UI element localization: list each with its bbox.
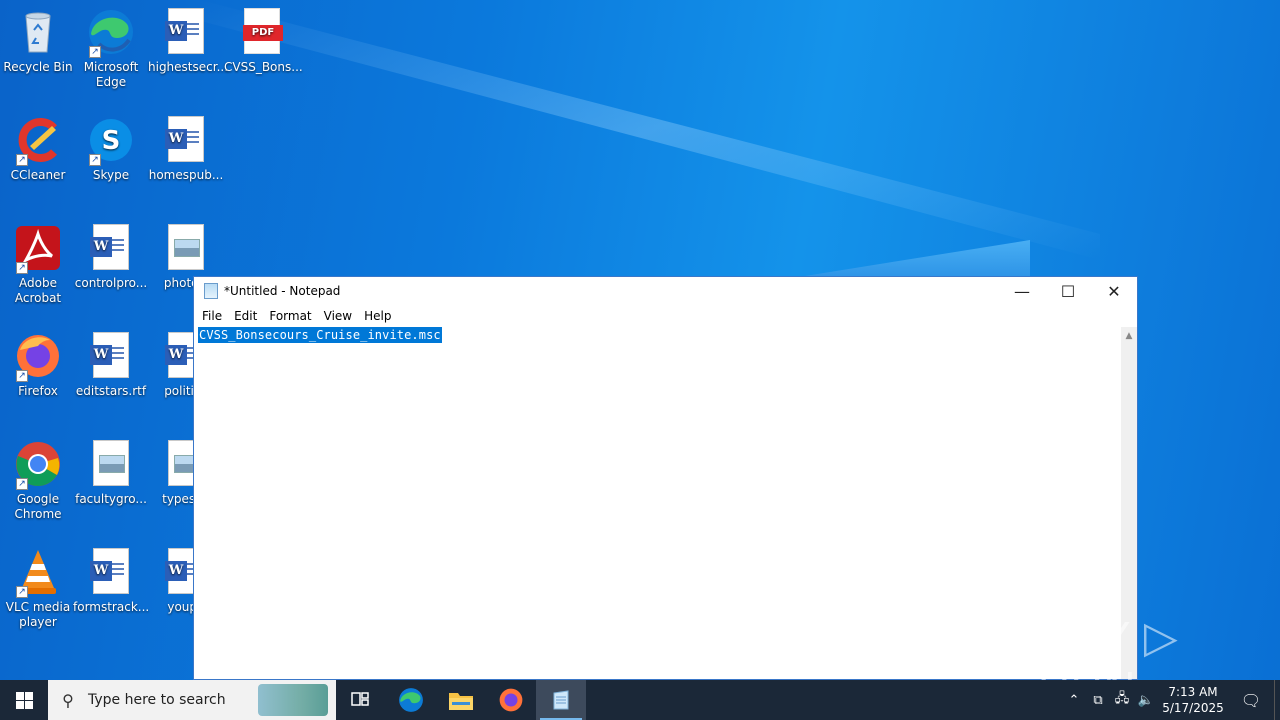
desktop-icon-label: homespub... (148, 168, 224, 182)
chevron-up-icon[interactable]: ⌃ (1062, 693, 1086, 708)
taskbar-clock[interactable]: 7:13 AM 5/17/2025 (1158, 684, 1228, 716)
menu-format[interactable]: Format (263, 309, 317, 323)
acrobat-icon: ↗ (14, 224, 62, 274)
desktop-icon-ccleaner[interactable]: ↗ CCleaner (0, 116, 76, 183)
search-icon: ⚲ (62, 690, 74, 710)
window-title: *Untitled - Notepad (224, 284, 341, 298)
show-desktop-button[interactable] (1274, 680, 1280, 720)
firefox-icon: ↗ (14, 332, 62, 382)
taskbar-search-box[interactable]: ⚲ Type here to search (48, 680, 336, 720)
desktop-icon-skype[interactable]: S ↗ Skype (73, 116, 149, 183)
close-button[interactable]: ✕ (1091, 277, 1137, 305)
word-doc-icon: W (87, 224, 135, 272)
skype-icon: S ↗ (87, 116, 135, 166)
taskbar-firefox-button[interactable] (486, 680, 536, 720)
desktop-icon-label: facultygro... (75, 492, 147, 506)
desktop-icon-label: formstrack... (73, 600, 150, 614)
task-view-button[interactable] (336, 680, 386, 720)
desktop-icon-label: controlpro... (74, 276, 148, 290)
maximize-button[interactable]: ☐ (1045, 277, 1091, 305)
desktop-icon-label: Firefox (18, 384, 58, 398)
menu-bar: File Edit Format View Help (194, 305, 1137, 327)
notepad-title-bar[interactable]: *Untitled - Notepad — ☐ ✕ (194, 277, 1137, 305)
taskbar-notepad-button[interactable] (536, 680, 586, 720)
desktop-icon-highestsecr[interactable]: W highestsecr... (148, 8, 229, 75)
menu-edit[interactable]: Edit (228, 309, 263, 323)
desktop-icon-label: Microsoft Edge (83, 60, 139, 89)
image-file-icon (162, 224, 210, 272)
desktop-icon-label: Google Chrome (14, 492, 62, 521)
ccleaner-icon: ↗ (14, 116, 62, 166)
desktop-icon-label: highestsecr... (148, 60, 229, 74)
desktop-icon-vlc[interactable]: ↗ VLC media player (0, 548, 76, 630)
menu-file[interactable]: File (196, 309, 228, 323)
desktop-icon-label: Adobe Acrobat (14, 276, 62, 305)
text-editor[interactable]: CVSS_Bonsecours_Cruise_invite.msc (194, 327, 1121, 679)
desktop-icon-formstrack[interactable]: W formstrack... (73, 548, 149, 615)
meet-now-icon[interactable]: ⧉ (1086, 693, 1110, 708)
network-icon[interactable]: 🖧 (1110, 689, 1134, 711)
edge-icon: ↗ (87, 8, 135, 58)
taskbar-edge-button[interactable] (386, 680, 436, 720)
desktop-icon-label: VLC media player (5, 600, 71, 629)
recycle-bin-icon (14, 8, 62, 56)
selected-text[interactable]: CVSS_Bonsecours_Cruise_invite.msc (198, 327, 442, 343)
menu-view[interactable]: View (318, 309, 358, 323)
menu-help[interactable]: Help (358, 309, 397, 323)
clock-time: 7:13 AM (1168, 685, 1218, 699)
wallpaper-logo (780, 240, 1030, 280)
firefox-icon (499, 688, 523, 712)
system-tray: ⌃ ⧉ 🖧 🔈 7:13 AM 5/17/2025 🗨 (1062, 680, 1280, 720)
windows-logo-icon (15, 691, 33, 709)
desktop-icon-label: Skype (92, 168, 130, 182)
desktop-icon-cvss-pdf[interactable]: PDF CVSS_Bons... (224, 8, 303, 75)
notification-icon[interactable]: 🗨 (1228, 691, 1274, 710)
edge-icon (399, 688, 423, 712)
word-doc-icon: W (162, 8, 210, 56)
chrome-icon: ↗ (14, 440, 62, 490)
desktop-icon-controlpro[interactable]: W controlpro... (73, 224, 149, 291)
wallpaper-beam (200, 0, 1100, 260)
word-doc-icon: W (87, 332, 135, 380)
desktop-icon-google-chrome[interactable]: ↗ Google Chrome (0, 440, 76, 522)
desktop-icon-label: Recycle Bin (3, 60, 73, 74)
search-placeholder: Type here to search (88, 692, 226, 708)
word-doc-icon: W (162, 116, 210, 164)
scroll-up-icon[interactable]: ▲ (1121, 331, 1137, 341)
file-explorer-icon (449, 693, 473, 710)
volume-icon[interactable]: 🔈 (1134, 693, 1158, 708)
notepad-icon (553, 690, 569, 710)
notepad-icon (204, 283, 218, 299)
taskbar-file-explorer-button[interactable] (436, 680, 486, 720)
desktop-icon-label: CCleaner (10, 168, 66, 182)
svg-text:S: S (102, 126, 121, 156)
pdf-icon: PDF (238, 8, 286, 56)
minimize-button[interactable]: — (999, 277, 1045, 305)
search-highlight-image (258, 684, 328, 716)
start-button[interactable] (0, 680, 48, 720)
desktop-icon-facultygro[interactable]: facultygro... (73, 440, 149, 507)
minimize-icon: — (1014, 281, 1030, 301)
clock-date: 5/17/2025 (1162, 701, 1224, 715)
desktop-icon-firefox[interactable]: ↗ Firefox (0, 332, 76, 399)
desktop-icon-editstars[interactable]: W editstars.rtf (73, 332, 149, 399)
task-view-icon (351, 692, 369, 706)
close-icon: ✕ (1107, 281, 1121, 301)
desktop-icon-recycle-bin[interactable]: Recycle Bin (0, 8, 76, 75)
taskbar: ⚲ Type here to search ⌃ ⧉ 🖧 🔈 7:13 AM 5/… (0, 680, 1280, 720)
desktop-icon-label: CVSS_Bons... (224, 60, 303, 74)
desktop-icon-label: editstars.rtf (75, 384, 147, 398)
desktop-icon-adobe-acrobat[interactable]: ↗ Adobe Acrobat (0, 224, 76, 306)
desktop-icon-microsoft-edge[interactable]: ↗ Microsoft Edge (73, 8, 149, 90)
maximize-icon: ☐ (1060, 281, 1076, 301)
image-file-icon (87, 440, 135, 488)
word-doc-icon: W (87, 548, 135, 596)
vlc-icon: ↗ (14, 548, 62, 598)
desktop-icon-homespub[interactable]: W homespub... (148, 116, 224, 183)
notepad-window[interactable]: *Untitled - Notepad — ☐ ✕ File Edit Form… (193, 276, 1138, 680)
